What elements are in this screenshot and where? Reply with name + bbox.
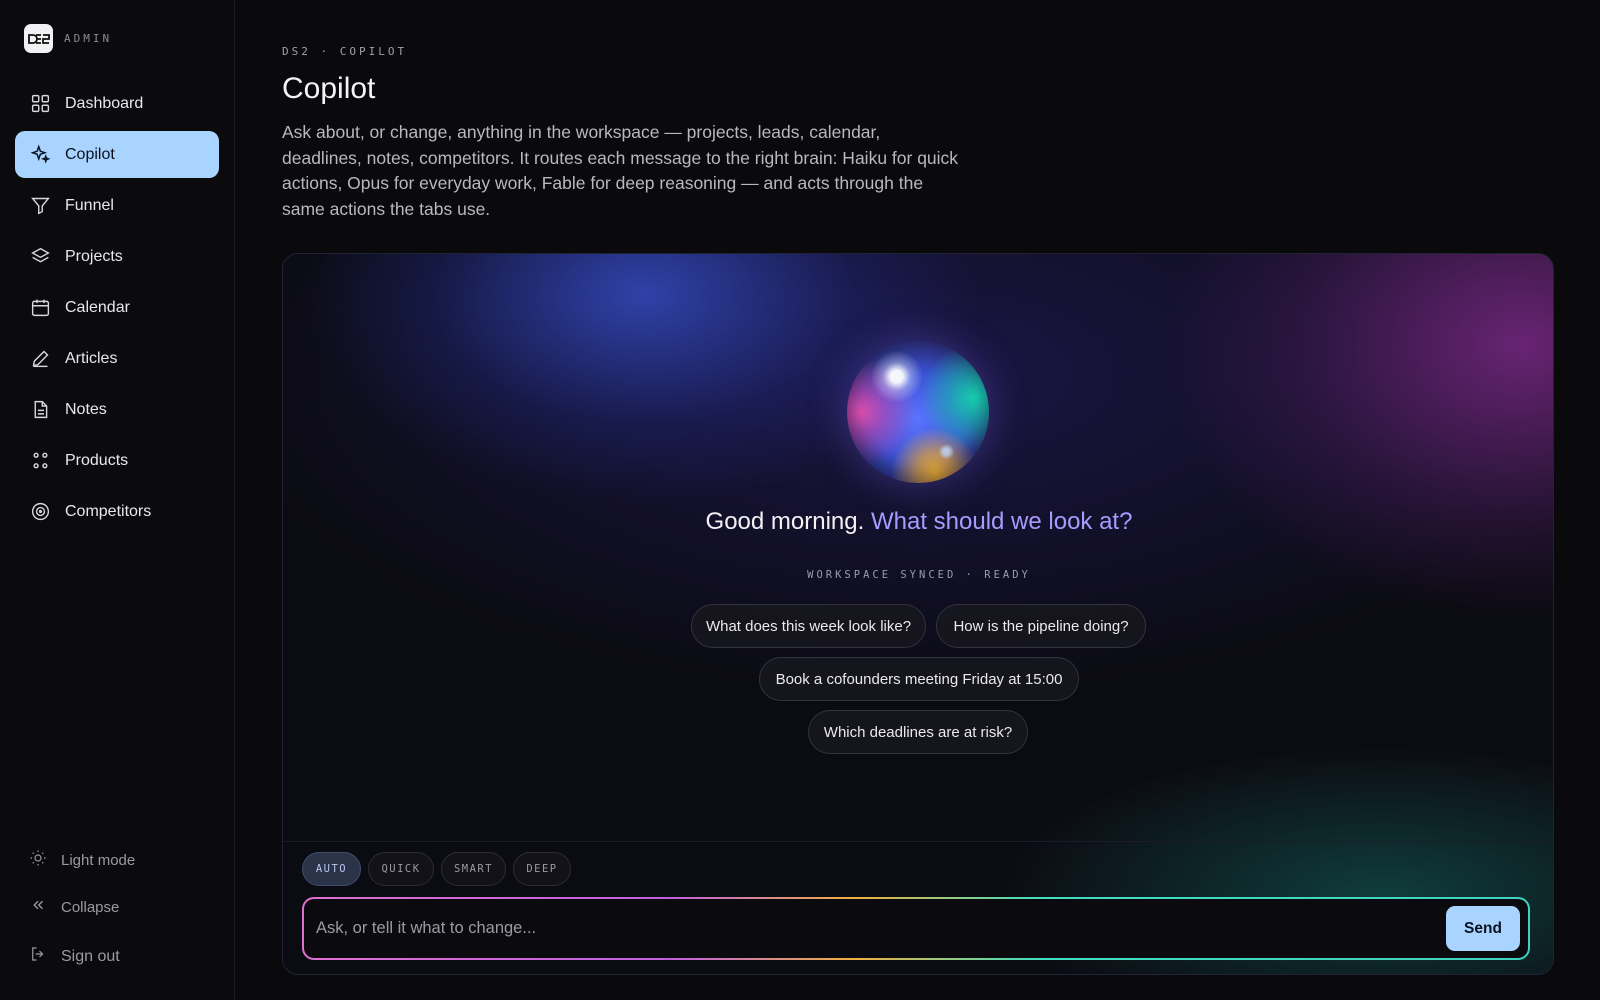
layers-icon [29, 246, 51, 268]
sidebar-item-label: Copilot [65, 145, 115, 163]
sun-icon [29, 849, 47, 871]
suggestion-label: How is the pipeline doing? [953, 617, 1129, 635]
brand[interactable]: ADMIN [24, 24, 112, 53]
light-mode-toggle[interactable]: Light mode [15, 849, 219, 871]
sidebar-item-label: Calendar [65, 298, 130, 316]
suggestion-label: What does this week look like? [705, 617, 912, 635]
mode-label: DEEP [526, 863, 558, 875]
sidebar-item-competitors[interactable]: Competitors [15, 488, 219, 535]
mode-quick[interactable]: QUICK [368, 852, 434, 886]
sidebar-item-label: Products [65, 451, 129, 469]
greeting: Good morning. What should we look at? [283, 508, 1553, 536]
composer-inner: Send [304, 899, 1528, 958]
sidebar-item-notes[interactable]: Notes [15, 386, 219, 433]
grid-icon [29, 93, 51, 115]
suggestion-chip[interactable]: What does this week look like? [691, 604, 926, 648]
greeting-accent: What should we look at? [870, 508, 1133, 535]
light-mode-label: Light mode [61, 851, 136, 869]
copilot-panel: Good morning. What should we look at? WO… [282, 253, 1554, 975]
sidebar: ADMIN Dashboard Copilot Funnel Projects [0, 0, 235, 1000]
collapse-button[interactable]: Collapse [15, 896, 219, 918]
sidebar-item-projects[interactable]: Projects [15, 233, 219, 280]
greeting-text: Good morning. [705, 508, 865, 535]
sidebar-item-label: Notes [65, 400, 107, 418]
sidebar-item-funnel[interactable]: Funnel [15, 182, 219, 229]
pen-icon [29, 348, 51, 370]
document-icon [29, 399, 51, 421]
composer-input[interactable] [316, 899, 1396, 958]
sidebar-item-dashboard[interactable]: Dashboard [15, 80, 219, 127]
mode-deep[interactable]: DEEP [513, 852, 571, 886]
copilot-orb [847, 341, 989, 483]
mode-label: SMART [453, 863, 494, 875]
sidebar-item-products[interactable]: Products [15, 437, 219, 484]
suggestion-label: Book a cofounders meeting Friday at 15:0… [775, 670, 1063, 688]
collapse-label: Collapse [61, 898, 120, 916]
suggestion-chip[interactable]: Book a cofounders meeting Friday at 15:0… [759, 657, 1079, 701]
mode-smart[interactable]: SMART [441, 852, 506, 886]
ds2-logo-icon [27, 33, 50, 44]
target-icon [29, 501, 51, 523]
composer-divider [283, 841, 1553, 842]
brand-logo [24, 24, 53, 53]
suggestion-chip[interactable]: How is the pipeline doing? [936, 604, 1146, 648]
brand-label: ADMIN [64, 32, 113, 45]
page-description: Ask about, or change, anything in the wo… [282, 122, 959, 219]
funnel-icon [29, 195, 51, 217]
send-button[interactable]: Send [1446, 906, 1520, 951]
mode-label: AUTO [315, 863, 348, 875]
sidebar-item-label: Projects [65, 247, 123, 265]
sidebar-item-copilot[interactable]: Copilot [15, 131, 219, 178]
chevrons-left-icon [29, 896, 47, 918]
sidebar-item-label: Funnel [65, 196, 114, 214]
suggestion-chip[interactable]: Which deadlines are at risk? [808, 710, 1028, 754]
sidebar-item-label: Competitors [65, 502, 152, 520]
composer: Send [302, 897, 1530, 960]
mode-auto[interactable]: AUTO [302, 852, 361, 886]
sidebar-item-label: Dashboard [65, 94, 144, 112]
sign-out-button[interactable]: Sign out [15, 945, 219, 968]
calendar-icon [29, 297, 51, 319]
page-title: Copilot [282, 72, 376, 105]
breadcrumb: DS2 · COPILOT [282, 45, 408, 58]
dots-icon [29, 450, 51, 472]
sparkle-icon [29, 144, 51, 166]
sidebar-nav: Dashboard Copilot Funnel Projects Calend… [15, 80, 219, 539]
sidebar-item-articles[interactable]: Articles [15, 335, 219, 382]
sign-out-icon [29, 945, 47, 968]
sign-out-label: Sign out [61, 947, 120, 965]
status-text: WORKSPACE SYNCED · READY [807, 569, 1031, 581]
sidebar-item-calendar[interactable]: Calendar [15, 284, 219, 331]
mode-label: QUICK [381, 863, 421, 875]
sidebar-item-label: Articles [65, 349, 118, 367]
suggestion-label: Which deadlines are at risk? [823, 723, 1013, 741]
